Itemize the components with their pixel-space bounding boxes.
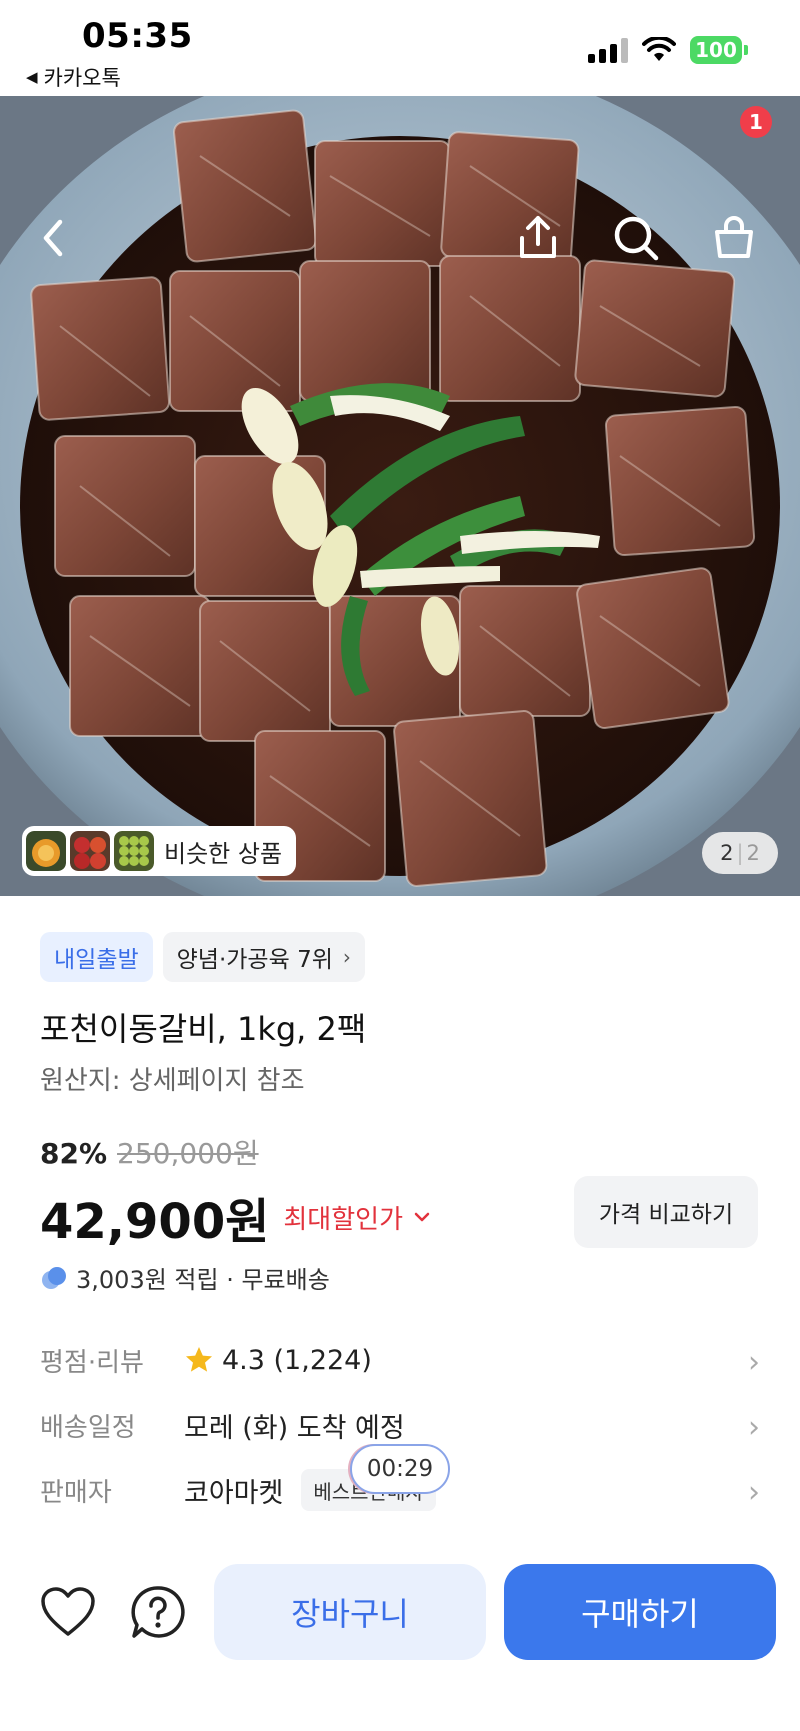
chevron-right-icon: › <box>748 1345 760 1380</box>
chevron-right-icon: › <box>342 945 351 969</box>
page-total: 2 <box>746 841 760 865</box>
rating-review-row[interactable]: 평점·리뷰 4.3 (1,224) › <box>40 1335 760 1385</box>
wishlist-button[interactable] <box>38 1582 98 1642</box>
buy-now-button[interactable]: 구매하기 <box>504 1564 776 1660</box>
status-icons: 100 <box>588 36 748 64</box>
discount-rate: 82% <box>40 1137 108 1170</box>
cellular-signal-icon <box>588 37 628 63</box>
points-row: 3,003원 적립 · 무료배송 <box>40 1260 330 1295</box>
chevron-right-icon: › <box>748 1410 760 1445</box>
heart-icon <box>41 1587 95 1636</box>
product-title: 포천이동갈비, 1kg, 2팩 <box>40 1010 367 1048</box>
status-bar: 05:35 ◀ 카카오톡 100 <box>0 0 800 96</box>
similar-products-button[interactable]: 비슷한 상품 <box>22 826 297 876</box>
max-discount-label: 최대할인가 <box>283 1204 403 1235</box>
category-rank-label: 양념·가공육 7위 <box>176 947 333 973</box>
back-arrow-icon[interactable] <box>28 212 80 264</box>
cart-icon[interactable] <box>708 212 760 264</box>
points-text: 3,003원 적립 · 무료배송 <box>76 1266 330 1294</box>
max-discount-toggle[interactable]: 최대할인가 <box>283 1199 431 1236</box>
delivery-value: 모레 (화) 도착 예정 <box>184 1412 405 1444</box>
original-price: 250,000원 <box>117 1137 259 1170</box>
page-separator: | <box>736 841 744 865</box>
share-icon[interactable] <box>512 212 564 264</box>
question-bubble-icon <box>131 1586 185 1638</box>
product-origin: 원산지: 상세페이지 참조 <box>40 1066 305 1096</box>
delivery-tag: 내일출발 <box>40 932 153 982</box>
rating-label: 평점·리뷰 <box>40 1347 144 1378</box>
similar-products-label: 비슷한 상품 <box>164 839 283 868</box>
cart-count-badge: 1 <box>740 106 772 138</box>
points-coin-icon <box>42 1266 66 1289</box>
back-triangle-icon: ◀ <box>26 68 38 86</box>
sale-price: 42,900원 <box>40 1194 270 1250</box>
discount-row: 82% 250,000원 <box>40 1132 259 1172</box>
product-inquiry-button[interactable] <box>128 1582 188 1642</box>
back-app-label: 카카오톡 <box>43 66 121 90</box>
search-icon[interactable] <box>610 212 662 264</box>
rating-value: 4.3 (1,224) <box>222 1344 372 1376</box>
seller-name: 코아마켓 <box>184 1477 284 1509</box>
battery-icon: 100 <box>690 36 748 64</box>
price-compare-button[interactable]: 가격 비교하기 <box>574 1176 758 1248</box>
battery-level: 100 <box>690 36 742 64</box>
countdown-timer: 00:29 <box>350 1444 450 1494</box>
add-to-cart-button[interactable]: 장바구니 <box>214 1564 486 1660</box>
wifi-icon <box>642 37 676 61</box>
chevron-down-icon <box>414 1212 430 1222</box>
delivery-schedule-row[interactable]: 배송일정 모레 (화) 도착 예정 › <box>40 1400 760 1450</box>
category-rank-tag[interactable]: 양념·가공육 7위 › <box>162 932 365 982</box>
product-tags: 내일출발 양념·가공육 7위 › <box>40 932 365 982</box>
apple-thumbnail-icon <box>70 831 110 871</box>
seller-label: 판매자 <box>40 1477 112 1508</box>
product-image-carousel[interactable]: 1 <box>0 96 800 896</box>
chevron-right-icon: › <box>748 1475 760 1510</box>
image-page-indicator: 2 | 2 <box>702 832 778 874</box>
delivery-label: 배송일정 <box>40 1412 136 1443</box>
marinated-galbi-photo <box>0 96 800 896</box>
melon-thumbnail-icon <box>26 831 66 871</box>
page-current: 2 <box>720 841 734 865</box>
grape-thumbnail-icon <box>114 831 154 871</box>
price-row: 42,900원 최대할인가 <box>40 1182 431 1252</box>
status-time: 05:35 <box>82 16 193 56</box>
back-to-app-link[interactable]: ◀ 카카오톡 <box>26 62 121 92</box>
star-icon <box>186 1347 212 1372</box>
